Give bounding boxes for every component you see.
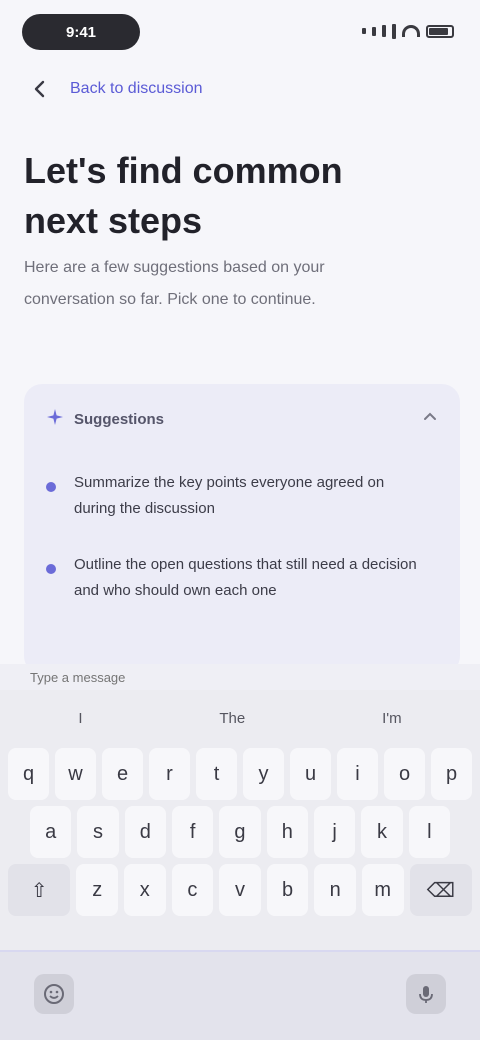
key-x[interactable]: x <box>124 864 166 916</box>
key-l[interactable]: l <box>408 806 450 858</box>
key-r[interactable]: r <box>149 748 190 800</box>
key-h[interactable]: h <box>266 806 308 858</box>
keyboard-row-1: qwertyuiop <box>8 748 472 800</box>
key-d[interactable]: d <box>124 806 166 858</box>
key-g[interactable]: g <box>219 806 261 858</box>
back-arrow-icon[interactable] <box>24 73 56 105</box>
wifi-icon <box>402 25 420 37</box>
key-a[interactable]: a <box>30 806 72 858</box>
sparkle-icon <box>46 408 64 431</box>
delete-key[interactable]: ⌫ <box>409 864 472 916</box>
microphone-icon[interactable] <box>406 974 446 1014</box>
battery-icon <box>426 24 454 38</box>
back-link[interactable]: Back to discussion <box>70 80 203 98</box>
card-label: Suggestions <box>74 410 165 428</box>
top-nav: Back to discussion <box>24 72 203 106</box>
key-u[interactable]: u <box>290 748 331 800</box>
status-bar: 9:41 <box>0 0 480 60</box>
bottom-bar <box>0 950 480 1040</box>
status-icons <box>362 22 454 40</box>
bullet-icon <box>46 564 56 574</box>
chevron-up-icon[interactable] <box>422 409 438 430</box>
keyboard-suggestion[interactable]: The <box>219 710 245 727</box>
keyboard-suggestion[interactable]: I <box>78 710 82 727</box>
bullet-icon <box>46 482 56 492</box>
key-z[interactable]: z <box>76 864 118 916</box>
message-input-row <box>0 664 480 690</box>
key-c[interactable]: c <box>171 864 214 916</box>
key-p[interactable]: p <box>431 748 472 800</box>
key-e[interactable]: e <box>102 748 143 800</box>
page-title: Let's find common next steps <box>24 150 343 241</box>
key-s[interactable]: s <box>77 806 119 858</box>
key-m[interactable]: m <box>361 864 404 916</box>
key-t[interactable]: t <box>196 748 237 800</box>
keyboard-suggestions: I The I'm <box>0 690 480 746</box>
key-b[interactable]: b <box>266 864 309 916</box>
keyboard-suggestion[interactable]: I'm <box>382 710 402 727</box>
app-screen: 9:41 Back to discussion Let's find commo… <box>0 0 480 1040</box>
on-screen-keyboard: I The I'm qwertyuiop asdfghjkl ⇧ zxcvbnm… <box>0 690 480 950</box>
keyboard-row-3: ⇧ zxcvbnm ⌫ <box>8 864 472 916</box>
shift-key[interactable]: ⇧ <box>8 864 71 916</box>
key-o[interactable]: o <box>384 748 425 800</box>
key-w[interactable]: w <box>55 748 96 800</box>
suggestion-item[interactable]: Outline the open questions that still ne… <box>46 552 430 604</box>
suggestion-item[interactable]: Summarize the key points everyone agreed… <box>46 470 430 522</box>
keyboard-row-2: asdfghjkl <box>30 806 450 858</box>
suggestions-card: Suggestions Summarize the key points eve… <box>24 384 460 674</box>
suggestion-text: Outline the open questions that still ne… <box>74 556 417 599</box>
key-f[interactable]: f <box>171 806 214 858</box>
signal-icon <box>382 25 386 37</box>
suggestion-text: Summarize the key points everyone agreed… <box>74 474 385 517</box>
signal-icon <box>372 26 376 36</box>
key-j[interactable]: j <box>313 806 356 858</box>
battery-level <box>429 27 449 35</box>
page-subtitle: Here are a few suggestions based on your… <box>24 259 325 308</box>
card-header[interactable]: Suggestions <box>46 402 438 436</box>
key-y[interactable]: y <box>243 748 284 800</box>
signal-icon <box>392 23 396 39</box>
message-input[interactable] <box>30 669 330 685</box>
key-i[interactable]: i <box>337 748 378 800</box>
key-q[interactable]: q <box>8 748 49 800</box>
key-v[interactable]: v <box>219 864 261 916</box>
key-n[interactable]: n <box>314 864 356 916</box>
status-time: 9:41 <box>22 14 140 50</box>
signal-icon <box>362 28 366 34</box>
key-k[interactable]: k <box>361 806 403 858</box>
emoji-icon[interactable] <box>34 974 74 1014</box>
